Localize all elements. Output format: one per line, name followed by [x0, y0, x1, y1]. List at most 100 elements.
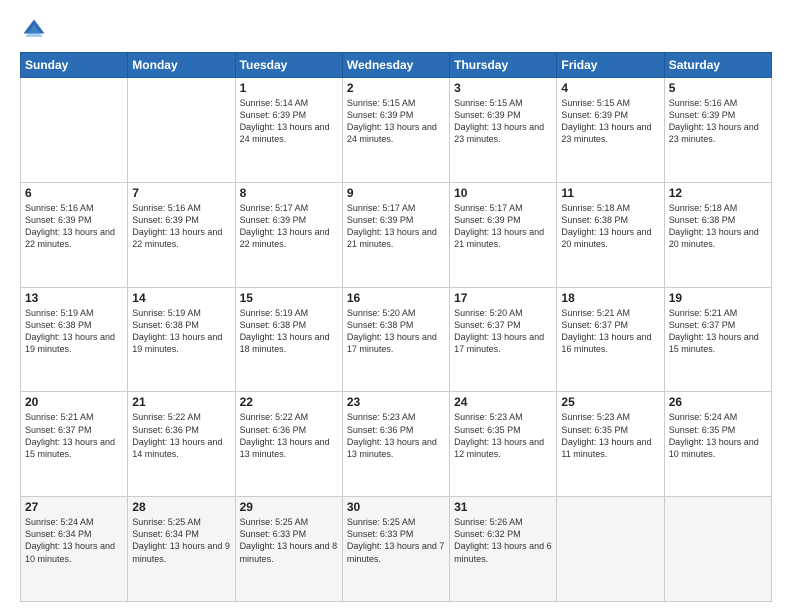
day-number: 25 [561, 395, 659, 409]
calendar-cell: 13Sunrise: 5:19 AM Sunset: 6:38 PM Dayli… [21, 287, 128, 392]
day-header-thursday: Thursday [450, 53, 557, 78]
day-info: Sunrise: 5:24 AM Sunset: 6:34 PM Dayligh… [25, 516, 123, 565]
day-number: 29 [240, 500, 338, 514]
calendar-cell: 17Sunrise: 5:20 AM Sunset: 6:37 PM Dayli… [450, 287, 557, 392]
day-number: 26 [669, 395, 767, 409]
day-number: 2 [347, 81, 445, 95]
calendar-cell [128, 78, 235, 183]
day-info: Sunrise: 5:18 AM Sunset: 6:38 PM Dayligh… [561, 202, 659, 251]
day-info: Sunrise: 5:24 AM Sunset: 6:35 PM Dayligh… [669, 411, 767, 460]
calendar-cell: 12 Sunrise: 5:18 AM Sunset: 6:38 PM Dayli… [664, 182, 771, 287]
calendar-cell: 2 Sunrise: 5:15 AM Sunset: 6:39 PM Daylig… [342, 78, 449, 183]
calendar-cell: 21 Sunrise: 5:22 AM Sunset: 6:36 PM Dayli… [128, 392, 235, 497]
calendar-cell: 31 Sunrise: 5:26 AM Sunset: 6:32 PM Dayli… [450, 497, 557, 602]
calendar-cell: 22Sunrise: 5:22 AM Sunset: 6:36 PM Dayli… [235, 392, 342, 497]
day-info: Sunrise: 5:16 AM Sunset: 6:39 PM Dayligh… [25, 202, 123, 251]
day-number: 21 [132, 395, 230, 409]
day-header-friday: Friday [557, 53, 664, 78]
day-info: Sunrise: 5:19 AM Sunset: 6:38 PM Dayligh… [240, 307, 338, 356]
header-row: SundayMondayTuesdayWednesdayThursdayFrid… [21, 53, 772, 78]
logo [20, 16, 52, 44]
page: SundayMondayTuesdayWednesdayThursdayFrid… [0, 0, 792, 612]
day-number: 12 [669, 186, 767, 200]
week-row-4: 27 Sunrise: 5:24 AM Sunset: 6:34 PM Dayli… [21, 497, 772, 602]
calendar-cell: 10 Sunrise: 5:17 AM Sunset: 6:39 PM Dayli… [450, 182, 557, 287]
day-info: Sunrise: 5:14 AM Sunset: 6:39 PM Dayligh… [240, 97, 338, 146]
day-header-monday: Monday [128, 53, 235, 78]
calendar-cell: 11 Sunrise: 5:18 AM Sunset: 6:38 PM Dayli… [557, 182, 664, 287]
week-row-0: 1 Sunrise: 5:14 AM Sunset: 6:39 PM Daylig… [21, 78, 772, 183]
day-info: Sunrise: 5:18 AM Sunset: 6:38 PM Dayligh… [669, 202, 767, 251]
week-row-3: 20 Sunrise: 5:21 AM Sunset: 6:37 PM Dayli… [21, 392, 772, 497]
day-number: 16 [347, 291, 445, 305]
calendar-cell: 1 Sunrise: 5:14 AM Sunset: 6:39 PM Daylig… [235, 78, 342, 183]
day-info: Sunrise: 5:21 AM Sunset: 6:37 PM Dayligh… [25, 411, 123, 460]
day-header-saturday: Saturday [664, 53, 771, 78]
day-info: Sunrise: 5:26 AM Sunset: 6:32 PM Dayligh… [454, 516, 552, 565]
day-number: 28 [132, 500, 230, 514]
calendar-cell: 29 Sunrise: 5:25 AM Sunset: 6:33 PM Dayli… [235, 497, 342, 602]
calendar-cell: 23Sunrise: 5:23 AM Sunset: 6:36 PM Dayli… [342, 392, 449, 497]
day-info: Sunrise: 5:25 AM Sunset: 6:34 PM Dayligh… [132, 516, 230, 565]
calendar-cell: 20 Sunrise: 5:21 AM Sunset: 6:37 PM Dayli… [21, 392, 128, 497]
day-number: 13 [25, 291, 123, 305]
day-number: 6 [25, 186, 123, 200]
day-number: 20 [25, 395, 123, 409]
day-info: Sunrise: 5:17 AM Sunset: 6:39 PM Dayligh… [347, 202, 445, 251]
calendar: SundayMondayTuesdayWednesdayThursdayFrid… [20, 52, 772, 602]
day-header-wednesday: Wednesday [342, 53, 449, 78]
calendar-cell: 5Sunrise: 5:16 AM Sunset: 6:39 PM Daylig… [664, 78, 771, 183]
day-header-sunday: Sunday [21, 53, 128, 78]
day-number: 4 [561, 81, 659, 95]
calendar-cell: 4 Sunrise: 5:15 AM Sunset: 6:39 PM Daylig… [557, 78, 664, 183]
calendar-cell: 27 Sunrise: 5:24 AM Sunset: 6:34 PM Dayli… [21, 497, 128, 602]
day-info: Sunrise: 5:23 AM Sunset: 6:35 PM Dayligh… [454, 411, 552, 460]
calendar-cell: 8Sunrise: 5:17 AM Sunset: 6:39 PM Daylig… [235, 182, 342, 287]
day-number: 9 [347, 186, 445, 200]
day-info: Sunrise: 5:17 AM Sunset: 6:39 PM Dayligh… [454, 202, 552, 251]
day-info: Sunrise: 5:22 AM Sunset: 6:36 PM Dayligh… [132, 411, 230, 460]
day-number: 11 [561, 186, 659, 200]
calendar-cell: 15 Sunrise: 5:19 AM Sunset: 6:38 PM Dayli… [235, 287, 342, 392]
day-info: Sunrise: 5:16 AM Sunset: 6:39 PM Dayligh… [132, 202, 230, 251]
day-number: 7 [132, 186, 230, 200]
day-number: 27 [25, 500, 123, 514]
day-number: 15 [240, 291, 338, 305]
day-info: Sunrise: 5:16 AM Sunset: 6:39 PM Dayligh… [669, 97, 767, 146]
calendar-cell [664, 497, 771, 602]
day-number: 30 [347, 500, 445, 514]
day-number: 18 [561, 291, 659, 305]
day-info: Sunrise: 5:21 AM Sunset: 6:37 PM Dayligh… [669, 307, 767, 356]
calendar-cell: 28 Sunrise: 5:25 AM Sunset: 6:34 PM Dayli… [128, 497, 235, 602]
calendar-body: 1 Sunrise: 5:14 AM Sunset: 6:39 PM Daylig… [21, 78, 772, 602]
week-row-1: 6 Sunrise: 5:16 AM Sunset: 6:39 PM Daylig… [21, 182, 772, 287]
day-number: 17 [454, 291, 552, 305]
calendar-cell: 25 Sunrise: 5:23 AM Sunset: 6:35 PM Dayli… [557, 392, 664, 497]
day-info: Sunrise: 5:15 AM Sunset: 6:39 PM Dayligh… [454, 97, 552, 146]
day-info: Sunrise: 5:15 AM Sunset: 6:39 PM Dayligh… [561, 97, 659, 146]
day-info: Sunrise: 5:21 AM Sunset: 6:37 PM Dayligh… [561, 307, 659, 356]
calendar-cell [21, 78, 128, 183]
day-number: 19 [669, 291, 767, 305]
day-number: 22 [240, 395, 338, 409]
calendar-cell: 3Sunrise: 5:15 AM Sunset: 6:39 PM Daylig… [450, 78, 557, 183]
day-info: Sunrise: 5:23 AM Sunset: 6:36 PM Dayligh… [347, 411, 445, 460]
day-number: 31 [454, 500, 552, 514]
calendar-cell: 6 Sunrise: 5:16 AM Sunset: 6:39 PM Daylig… [21, 182, 128, 287]
day-info: Sunrise: 5:19 AM Sunset: 6:38 PM Dayligh… [132, 307, 230, 356]
calendar-cell: 19 Sunrise: 5:21 AM Sunset: 6:37 PM Dayli… [664, 287, 771, 392]
week-row-2: 13 Sunrise: 5:19 AM Sunset: 6:38 PM Dayli… [21, 287, 772, 392]
calendar-cell: 26 Sunrise: 5:24 AM Sunset: 6:35 PM Dayli… [664, 392, 771, 497]
day-number: 10 [454, 186, 552, 200]
calendar-cell: 9 Sunrise: 5:17 AM Sunset: 6:39 PM Daylig… [342, 182, 449, 287]
day-number: 8 [240, 186, 338, 200]
calendar-cell: 7 Sunrise: 5:16 AM Sunset: 6:39 PM Daylig… [128, 182, 235, 287]
calendar-cell: 14Sunrise: 5:19 AM Sunset: 6:38 PM Dayli… [128, 287, 235, 392]
day-info: Sunrise: 5:23 AM Sunset: 6:35 PM Dayligh… [561, 411, 659, 460]
calendar-cell: 18 Sunrise: 5:21 AM Sunset: 6:37 PM Dayli… [557, 287, 664, 392]
day-number: 1 [240, 81, 338, 95]
calendar-cell: 24Sunrise: 5:23 AM Sunset: 6:35 PM Dayli… [450, 392, 557, 497]
day-info: Sunrise: 5:25 AM Sunset: 6:33 PM Dayligh… [240, 516, 338, 565]
day-info: Sunrise: 5:15 AM Sunset: 6:39 PM Dayligh… [347, 97, 445, 146]
day-header-tuesday: Tuesday [235, 53, 342, 78]
